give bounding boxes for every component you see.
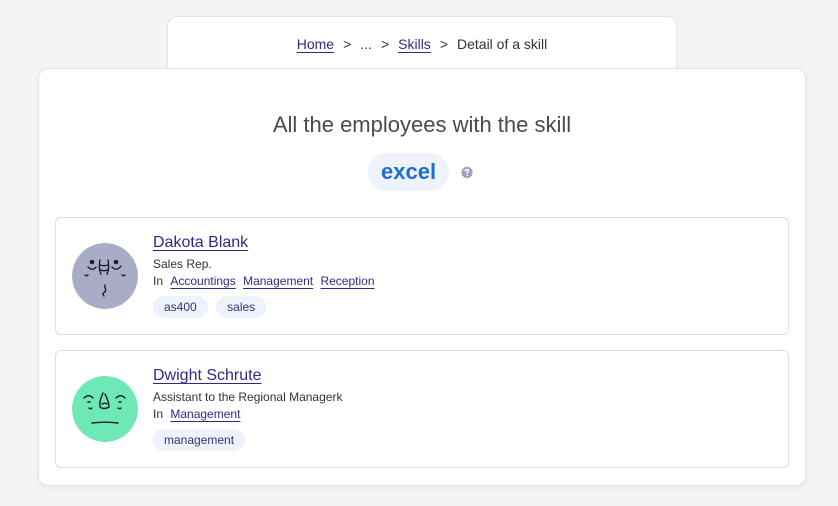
teams-in-label: In <box>153 274 164 288</box>
page-title: All the employees with the skill <box>272 112 572 137</box>
avatar[interactable] <box>72 243 138 309</box>
skill-detail-card: All the employees with the skill excel D… <box>38 68 806 486</box>
skill-chip[interactable]: sales <box>216 296 267 318</box>
employee-teams: In Accountings Management Reception <box>153 274 375 288</box>
employee-name-link[interactable]: Dwight Schrute <box>153 367 262 385</box>
breadcrumb-skills-link[interactable]: Skills <box>398 36 431 52</box>
employee-card: Dwight Schrute Assistant to the Regional… <box>55 350 789 468</box>
skill-chip[interactable]: as400 <box>153 296 208 318</box>
employee-teams: In Management <box>153 407 240 421</box>
breadcrumb-separator: > <box>439 36 448 52</box>
question-badge-icon[interactable] <box>460 166 474 180</box>
team-link[interactable]: Management <box>170 407 240 421</box>
breadcrumb-ellipsis: ... <box>360 36 372 52</box>
skill-badge: excel <box>368 153 450 191</box>
breadcrumb-home-link[interactable]: Home <box>297 36 334 52</box>
breadcrumb: Home >... > Skills > Detail of a skill <box>168 36 676 52</box>
employee-skills: as400 sales <box>153 296 270 318</box>
employee-skills: management <box>153 429 249 451</box>
employee-card: Dakota Blank Sales Rep. In Accountings M… <box>55 217 789 335</box>
teams-in-label: In <box>153 407 164 421</box>
breadcrumb-separator: > <box>380 36 390 52</box>
employee-name-link[interactable]: Dakota Blank <box>153 234 248 252</box>
skill-chip[interactable]: management <box>153 429 246 451</box>
team-link[interactable]: Reception <box>320 274 374 288</box>
employee-job-title: Sales Rep. <box>153 257 212 271</box>
breadcrumb-current: Detail of a skill <box>457 36 548 52</box>
team-link[interactable]: Management <box>243 274 313 288</box>
employee-job-title: Assistant to the Regional Managerk <box>153 390 343 404</box>
breadcrumb-card: Home >... > Skills > Detail of a skill <box>167 16 677 76</box>
avatar[interactable] <box>72 376 138 442</box>
breadcrumb-separator: > <box>343 36 352 52</box>
team-link[interactable]: Accountings <box>170 274 235 288</box>
